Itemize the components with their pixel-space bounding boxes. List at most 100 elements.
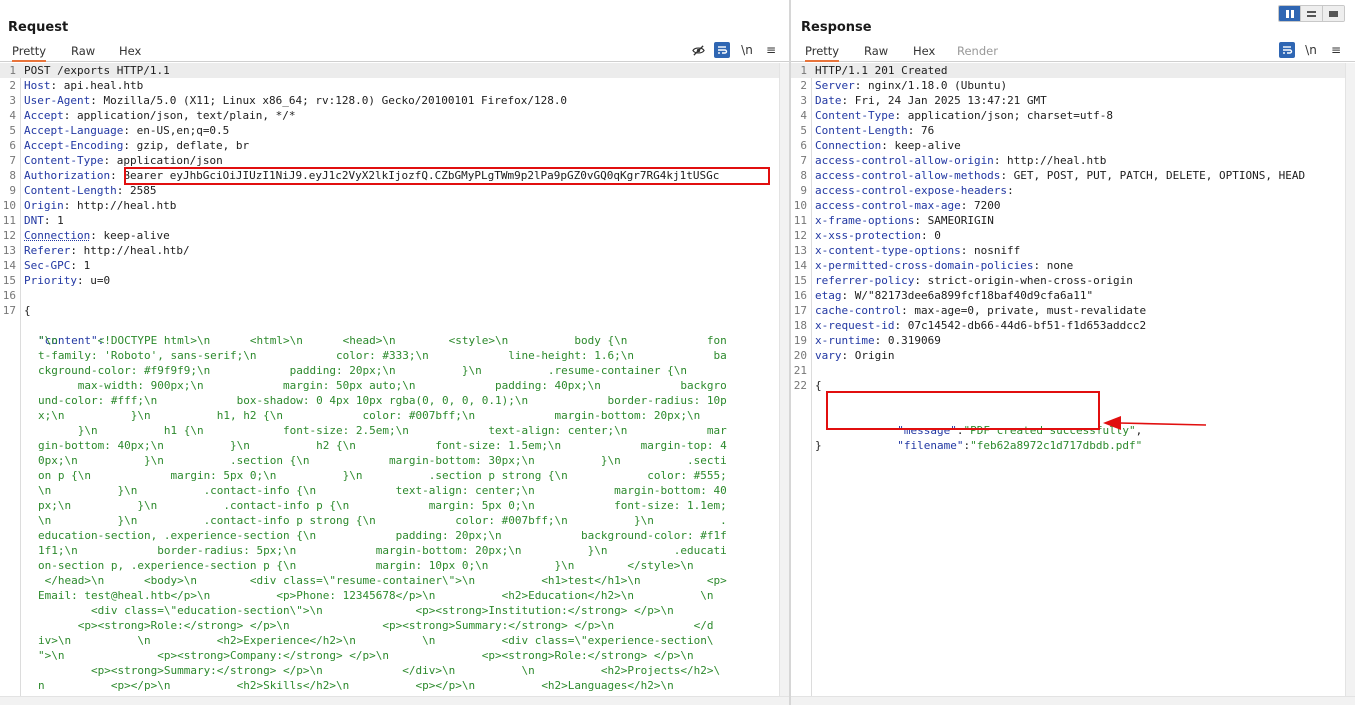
eye-slash-icon[interactable] <box>690 42 706 58</box>
code-line: 3 Date: Fri, 24 Jan 2025 13:47:21 GMT <box>791 93 1345 108</box>
header-value: : <box>1007 184 1014 197</box>
request-lines: 1 POST /exports HTTP/1.1 2 Host: api.heal.h… <box>0 63 779 697</box>
split-vertical-icon[interactable] <box>1301 6 1323 21</box>
line-number: 15 <box>2 274 16 287</box>
code-text: Server: nginx/1.18.0 (Ubuntu) <box>815 78 1007 93</box>
code-line: 10 access-control-max-age: 7200 <box>791 198 1345 213</box>
response-tab-pretty[interactable]: Pretty <box>805 44 840 62</box>
request-editor[interactable]: 1 POST /exports HTTP/1.1 2 Host: api.heal.h… <box>0 63 789 697</box>
code-text: access-control-allow-methods: GET, POST,… <box>815 168 1305 183</box>
header-value: : W/"82173dee6a899fcf18baf40d9cfa6a11" <box>841 289 1094 302</box>
newline-toggle-icon[interactable]: \n <box>1303 42 1319 58</box>
code-text: Connection: keep-alive <box>24 228 170 243</box>
code-text: User-Agent: Mozilla/5.0 (X11; Linux x86_… <box>24 93 567 108</box>
authorization-highlight-box <box>124 167 770 185</box>
code-text: x-content-type-options: nosniff <box>815 243 1020 258</box>
header-name: Sec-GPC <box>24 259 71 272</box>
header-name: access-control-allow-methods <box>815 169 1001 182</box>
header-value: : strict-origin-when-cross-origin <box>914 274 1133 287</box>
response-vertical-scrollbar[interactable] <box>1345 63 1355 697</box>
request-vertical-scrollbar[interactable] <box>779 63 789 697</box>
code-line: 13 Referer: http://heal.htb/ <box>0 243 779 258</box>
code-text: Accept-Language: en-US,en;q=0.5 <box>24 123 229 138</box>
header-name: Origin <box>24 199 64 212</box>
header-value: : 7200 <box>960 199 1001 212</box>
response-editor[interactable]: 1 HTTP/1.1 201 Created 2 Server: nginx/1.18… <box>791 63 1355 697</box>
json-string-segment: ">\n <p><strong>Company:</strong> </p>\n… <box>38 649 694 662</box>
header-value: : gzip, deflate, br <box>123 139 250 152</box>
response-tab-render[interactable]: Render <box>957 44 998 58</box>
request-tab-pretty[interactable]: Pretty <box>12 44 47 62</box>
single-pane-icon[interactable] <box>1323 6 1344 21</box>
line-number: 11 <box>793 214 807 227</box>
header-value: : en-US,en;q=0.5 <box>123 124 230 137</box>
json-key-line: "content": <box>0 318 779 347</box>
header-value: : Fri, 24 Jan 2025 13:47:21 GMT <box>841 94 1047 107</box>
json-string: "feb62a8972c1d717dbdb.pdf" <box>970 439 1143 452</box>
header-value: : GET, POST, PUT, PATCH, DELETE, OPTIONS… <box>1000 169 1306 182</box>
header-name: Accept-Encoding <box>24 139 124 152</box>
json-string-segment: 0px;\n }\n .section {\n margin-bottom: 3… <box>38 454 727 467</box>
code-text: Priority: u=0 <box>24 273 110 288</box>
line-number: 3 <box>800 94 807 107</box>
json-string-segment: <div class=\"education-section\">\n <p><… <box>38 604 674 617</box>
request-tab-hex[interactable]: Hex <box>119 44 141 58</box>
line-number: 2 <box>9 79 16 92</box>
code-text: Sec-GPC: 1 <box>24 258 90 273</box>
line-number: 18 <box>793 319 807 332</box>
split-horizontal-icon[interactable] <box>1279 6 1301 21</box>
newline-toggle-icon[interactable]: \n <box>739 42 755 58</box>
response-tab-hex[interactable]: Hex <box>913 44 935 58</box>
header-value: : keep-alive <box>90 229 170 242</box>
code-text: x-xss-protection: 0 <box>815 228 941 243</box>
menu-icon[interactable]: ≡ <box>763 42 779 58</box>
request-horizontal-scrollbar[interactable] <box>0 696 789 705</box>
line-number: 13 <box>2 244 16 257</box>
code-line: 5 Accept-Language: en-US,en;q=0.5 <box>0 123 779 138</box>
json-string-segment: <p><strong>Role:</strong> </p>\n <p><str… <box>38 619 714 632</box>
request-tabs: Pretty Raw Hex <box>0 40 789 62</box>
code-line: 4 Accept: application/json, text/plain, *… <box>0 108 779 123</box>
code-line: 2 Server: nginx/1.18.0 (Ubuntu) <box>791 78 1345 93</box>
code-text: cache-control: max-age=0, private, must-… <box>815 303 1146 318</box>
code-line: 15 referrer-policy: strict-origin-when-cr… <box>791 273 1345 288</box>
header-name: Content-Length <box>815 124 908 137</box>
response-pane: Response Pretty Raw Hex Render \n ≡ 1 HTT… <box>791 0 1355 705</box>
code-line: 16 etag: W/"82173dee6a899fcf18baf40d9cfa6… <box>791 288 1345 303</box>
code-line: 11 x-frame-options: SAMEORIGIN <box>791 213 1345 228</box>
request-tab-raw[interactable]: Raw <box>71 44 95 58</box>
header-name: x-runtime <box>815 334 875 347</box>
menu-icon[interactable]: ≡ <box>1328 42 1344 58</box>
header-name: access-control-max-age <box>815 199 961 212</box>
code-text: { <box>815 378 822 393</box>
json-string-segment: }\n h1 {\n font-size: 2.5em;\n text-alig… <box>38 424 727 437</box>
header-value: { <box>24 304 31 317</box>
line-number: 8 <box>800 169 807 182</box>
line-number: 22 <box>793 379 807 392</box>
header-value: : http://heal.htb <box>993 154 1107 167</box>
line-number: 4 <box>800 109 807 122</box>
json-string-segment: Email: test@heal.htb</p>\n <p>Phone: 123… <box>38 589 714 602</box>
word-wrap-icon[interactable] <box>714 42 730 58</box>
line-number: 9 <box>800 184 807 197</box>
code-text: Host: api.heal.htb <box>24 78 143 93</box>
line-number: 13 <box>793 244 807 257</box>
header-value: : 07c14542-db66-44d6-bf51-f1d653addcc2 <box>894 319 1147 332</box>
response-horizontal-scrollbar[interactable] <box>791 696 1355 705</box>
header-value: : none <box>1033 259 1074 272</box>
code-text: x-permitted-cross-domain-policies: none <box>815 258 1073 273</box>
header-value: : http://heal.htb/ <box>70 244 190 257</box>
header-name: Date <box>815 94 842 107</box>
code-text: Content-Length: 76 <box>815 123 934 138</box>
code-line: 12 x-xss-protection: 0 <box>791 228 1345 243</box>
word-wrap-icon[interactable] <box>1279 42 1295 58</box>
header-value: : http://heal.htb <box>63 199 177 212</box>
red-arrow-icon <box>1103 416 1207 430</box>
json-string-segment: "\n <!DOCTYPE html>\n <html>\n <head>\n … <box>38 334 727 347</box>
line-number: 19 <box>793 334 807 347</box>
header-value: { <box>815 379 822 392</box>
response-tab-raw[interactable]: Raw <box>864 44 888 58</box>
code-line: 7 Content-Type: application/json <box>0 153 779 168</box>
code-line: 12 Connection: keep-alive <box>0 228 779 243</box>
json-string-segment: iv>\n \n <h2>Experience</h2>\n \n <div c… <box>38 634 714 647</box>
